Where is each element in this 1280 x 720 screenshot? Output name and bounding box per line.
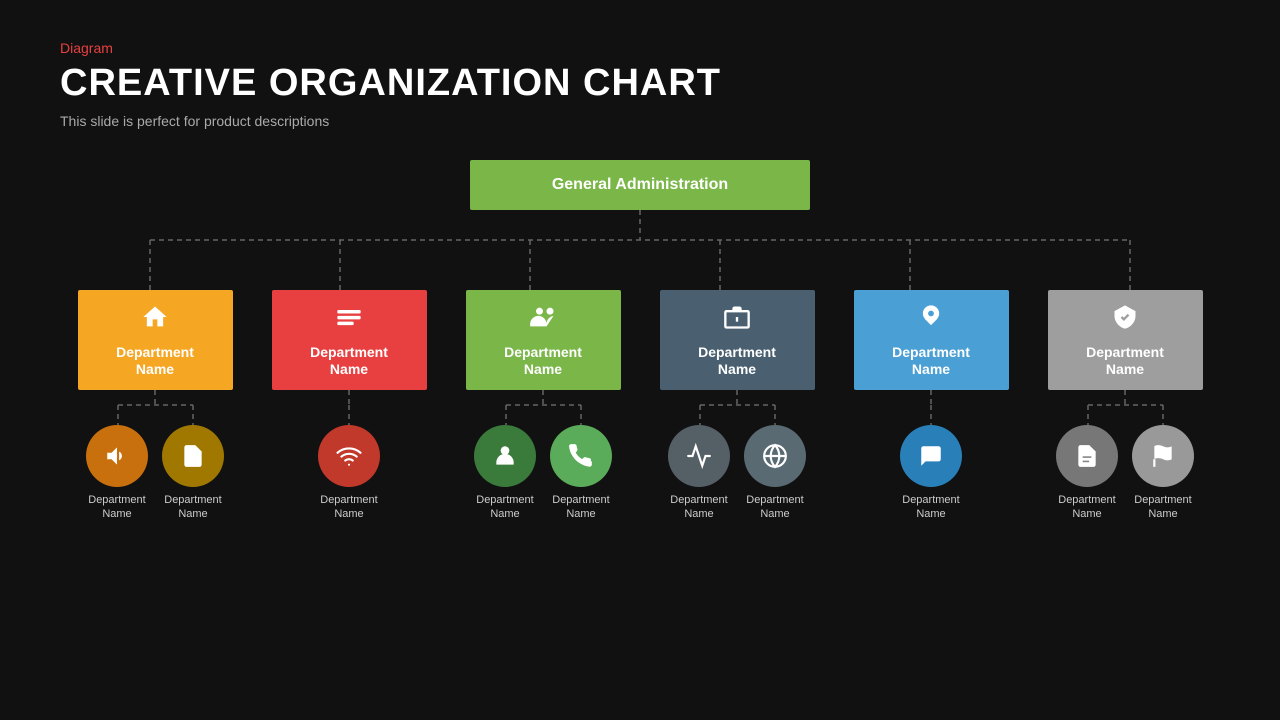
dept-column-4: Department NameDepartment NameDepartment…	[652, 290, 822, 522]
sub-circle-5-1	[900, 425, 962, 487]
dept-icon-3	[529, 303, 557, 338]
dept-column-1: Department NameDepartment NameDepartment…	[70, 290, 240, 522]
sub-item-6-2: Department Name	[1132, 425, 1194, 522]
dept-box-6: Department Name	[1048, 290, 1203, 390]
sub-connector-4	[660, 390, 815, 425]
sub-label-1-1: Department Name	[88, 493, 145, 522]
dept-box-5: Department Name	[854, 290, 1009, 390]
dept-icon-6	[1111, 303, 1139, 338]
page-subtitle: This slide is perfect for product descri…	[60, 113, 1220, 129]
diagram-label: Diagram	[60, 40, 1220, 56]
dept-column-6: Department NameDepartment NameDepartment…	[1040, 290, 1210, 522]
page-title: CREATIVE ORGANIZATION CHART	[60, 62, 1220, 105]
sub-item-1-2: Department Name	[162, 425, 224, 522]
dept-box-1: Department Name	[78, 290, 233, 390]
dept-label-6: Department Name	[1086, 344, 1164, 378]
sub-label-6-1: Department Name	[1058, 493, 1115, 522]
dept-icon-5	[917, 303, 945, 338]
sub-circle-2-1	[318, 425, 380, 487]
sub-row-4: Department Name Department Name	[668, 425, 806, 522]
sub-label-4-2: Department Name	[746, 493, 803, 522]
dept-icon-4	[723, 303, 751, 338]
sub-item-4-2: Department Name	[744, 425, 806, 522]
dept-icon-2	[335, 303, 363, 338]
header: Diagram CREATIVE ORGANIZATION CHART This…	[0, 0, 1280, 149]
sub-connector-5	[854, 390, 1009, 425]
sub-connector-3	[466, 390, 621, 425]
sub-label-5-1: Department Name	[902, 493, 959, 522]
sub-label-4-1: Department Name	[670, 493, 727, 522]
sub-circle-4-2	[744, 425, 806, 487]
sub-circle-1-1	[86, 425, 148, 487]
sub-item-1-1: Department Name	[86, 425, 148, 522]
sub-label-3-1: Department Name	[476, 493, 533, 522]
sub-row-6: Department Name Department Name	[1056, 425, 1194, 522]
chart-area: General Administration Department NameDe…	[0, 160, 1280, 522]
dept-label-2: Department Name	[310, 344, 388, 378]
sub-circle-4-1	[668, 425, 730, 487]
departments-row: Department NameDepartment NameDepartment…	[70, 290, 1210, 522]
sub-circle-3-2	[550, 425, 612, 487]
sub-row-1: Department Name Department Name	[86, 425, 224, 522]
sub-circle-3-1	[474, 425, 536, 487]
sub-label-3-2: Department Name	[552, 493, 609, 522]
sub-label-2-1: Department Name	[320, 493, 377, 522]
sub-item-6-1: Department Name	[1056, 425, 1118, 522]
sub-connector-2	[272, 390, 427, 425]
sub-row-5: Department Name	[900, 425, 962, 522]
sub-connector-6	[1048, 390, 1203, 425]
sub-row-2: Department Name	[318, 425, 380, 522]
sub-item-3-1: Department Name	[474, 425, 536, 522]
top-connectors	[70, 210, 1210, 290]
dept-box-4: Department Name	[660, 290, 815, 390]
sub-label-1-2: Department Name	[164, 493, 221, 522]
sub-connector-1	[78, 390, 233, 425]
dept-label-3: Department Name	[504, 344, 582, 378]
sub-circle-6-2	[1132, 425, 1194, 487]
sub-item-3-2: Department Name	[550, 425, 612, 522]
dept-label-1: Department Name	[116, 344, 194, 378]
dept-icon-1	[141, 303, 169, 338]
sub-item-4-1: Department Name	[668, 425, 730, 522]
sub-circle-1-2	[162, 425, 224, 487]
dept-label-5: Department Name	[892, 344, 970, 378]
sub-row-3: Department Name Department Name	[474, 425, 612, 522]
sub-label-6-2: Department Name	[1134, 493, 1191, 522]
dept-box-2: Department Name	[272, 290, 427, 390]
dept-box-3: Department Name	[466, 290, 621, 390]
sub-item-2-1: Department Name	[318, 425, 380, 522]
sub-circle-6-1	[1056, 425, 1118, 487]
dept-column-3: Department NameDepartment NameDepartment…	[458, 290, 628, 522]
dept-column-5: Department Name Department Name	[846, 290, 1016, 522]
dept-label-4: Department Name	[698, 344, 776, 378]
sub-item-5-1: Department Name	[900, 425, 962, 522]
top-node: General Administration	[470, 160, 810, 210]
dept-column-2: Department Name Department Name	[264, 290, 434, 522]
